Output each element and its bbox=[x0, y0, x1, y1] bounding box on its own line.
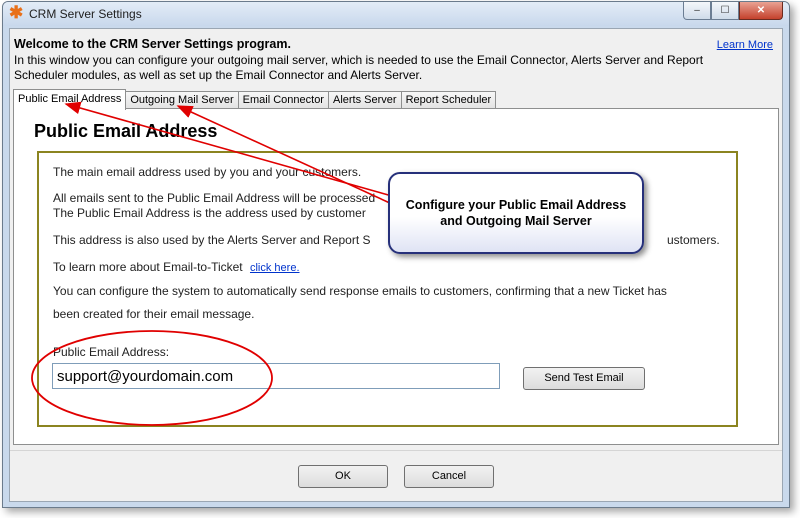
info-paragraph: All emails sent to the Public Email Addr… bbox=[53, 191, 376, 205]
minimize-button[interactable]: – bbox=[683, 2, 711, 20]
info-paragraph: To learn more about Email-to-Ticket clic… bbox=[53, 260, 300, 276]
send-test-email-button[interactable]: Send Test Email bbox=[523, 367, 645, 390]
info-paragraph: This address is also used by the Alerts … bbox=[53, 233, 371, 247]
window-title: CRM Server Settings bbox=[29, 7, 142, 21]
tab-strip: Public Email Address Outgoing Mail Serve… bbox=[13, 89, 497, 110]
close-button[interactable]: ✕ bbox=[739, 2, 783, 20]
welcome-title: Welcome to the CRM Server Settings progr… bbox=[14, 37, 291, 51]
tab-report-scheduler[interactable]: Report Scheduler bbox=[400, 91, 497, 109]
info-paragraph: You can configure the system to automati… bbox=[53, 284, 667, 298]
maximize-button[interactable]: ☐ bbox=[711, 2, 739, 20]
learn-more-link[interactable]: Learn More bbox=[717, 39, 773, 51]
info-paragraph: been created for their email message. bbox=[53, 307, 255, 321]
public-email-label: Public Email Address: bbox=[53, 345, 170, 359]
panel-heading: Public Email Address bbox=[34, 121, 218, 141]
title-bar[interactable]: ✱ CRM Server Settings – ☐ ✕ bbox=[3, 2, 789, 26]
close-icon: ✕ bbox=[756, 5, 766, 16]
dialog-client-area: Welcome to the CRM Server Settings progr… bbox=[9, 28, 783, 502]
info-paragraph: ustomers. bbox=[667, 233, 720, 247]
tab-alerts-server[interactable]: Alerts Server bbox=[327, 91, 402, 109]
info-paragraph: The Public Email Address is the address … bbox=[53, 206, 366, 220]
cancel-button[interactable]: Cancel bbox=[404, 465, 494, 488]
click-here-link[interactable]: click here. bbox=[250, 262, 300, 274]
tab-outgoing-mail-server[interactable]: Outgoing Mail Server bbox=[125, 91, 239, 109]
info-paragraph: The main email address used by you and y… bbox=[53, 165, 362, 179]
ok-button[interactable]: OK bbox=[298, 465, 388, 488]
callout-line: and Outgoing Mail Server bbox=[440, 214, 592, 228]
welcome-text: In this window you can configure your ou… bbox=[14, 53, 704, 82]
tab-public-email-address[interactable]: Public Email Address bbox=[13, 89, 127, 110]
tab-panel: Public Email Address The main email addr… bbox=[13, 108, 779, 445]
asterisk-icon: ✱ bbox=[9, 3, 24, 22]
app-window: ✱ CRM Server Settings – ☐ ✕ Welcome to t… bbox=[2, 1, 790, 508]
window-controls: – ☐ ✕ bbox=[683, 2, 783, 20]
email-to-ticket-text: To learn more about Email-to-Ticket bbox=[53, 260, 243, 274]
minimize-icon: – bbox=[694, 5, 700, 16]
callout-box: Configure your Public Email Address and … bbox=[388, 172, 644, 254]
tab-email-connector[interactable]: Email Connector bbox=[237, 91, 329, 109]
maximize-icon: ☐ bbox=[720, 5, 730, 16]
callout-line: Configure your Public Email Address bbox=[405, 198, 627, 212]
public-email-input[interactable]: support@yourdomain.com bbox=[52, 363, 500, 389]
footer-divider bbox=[10, 450, 782, 451]
